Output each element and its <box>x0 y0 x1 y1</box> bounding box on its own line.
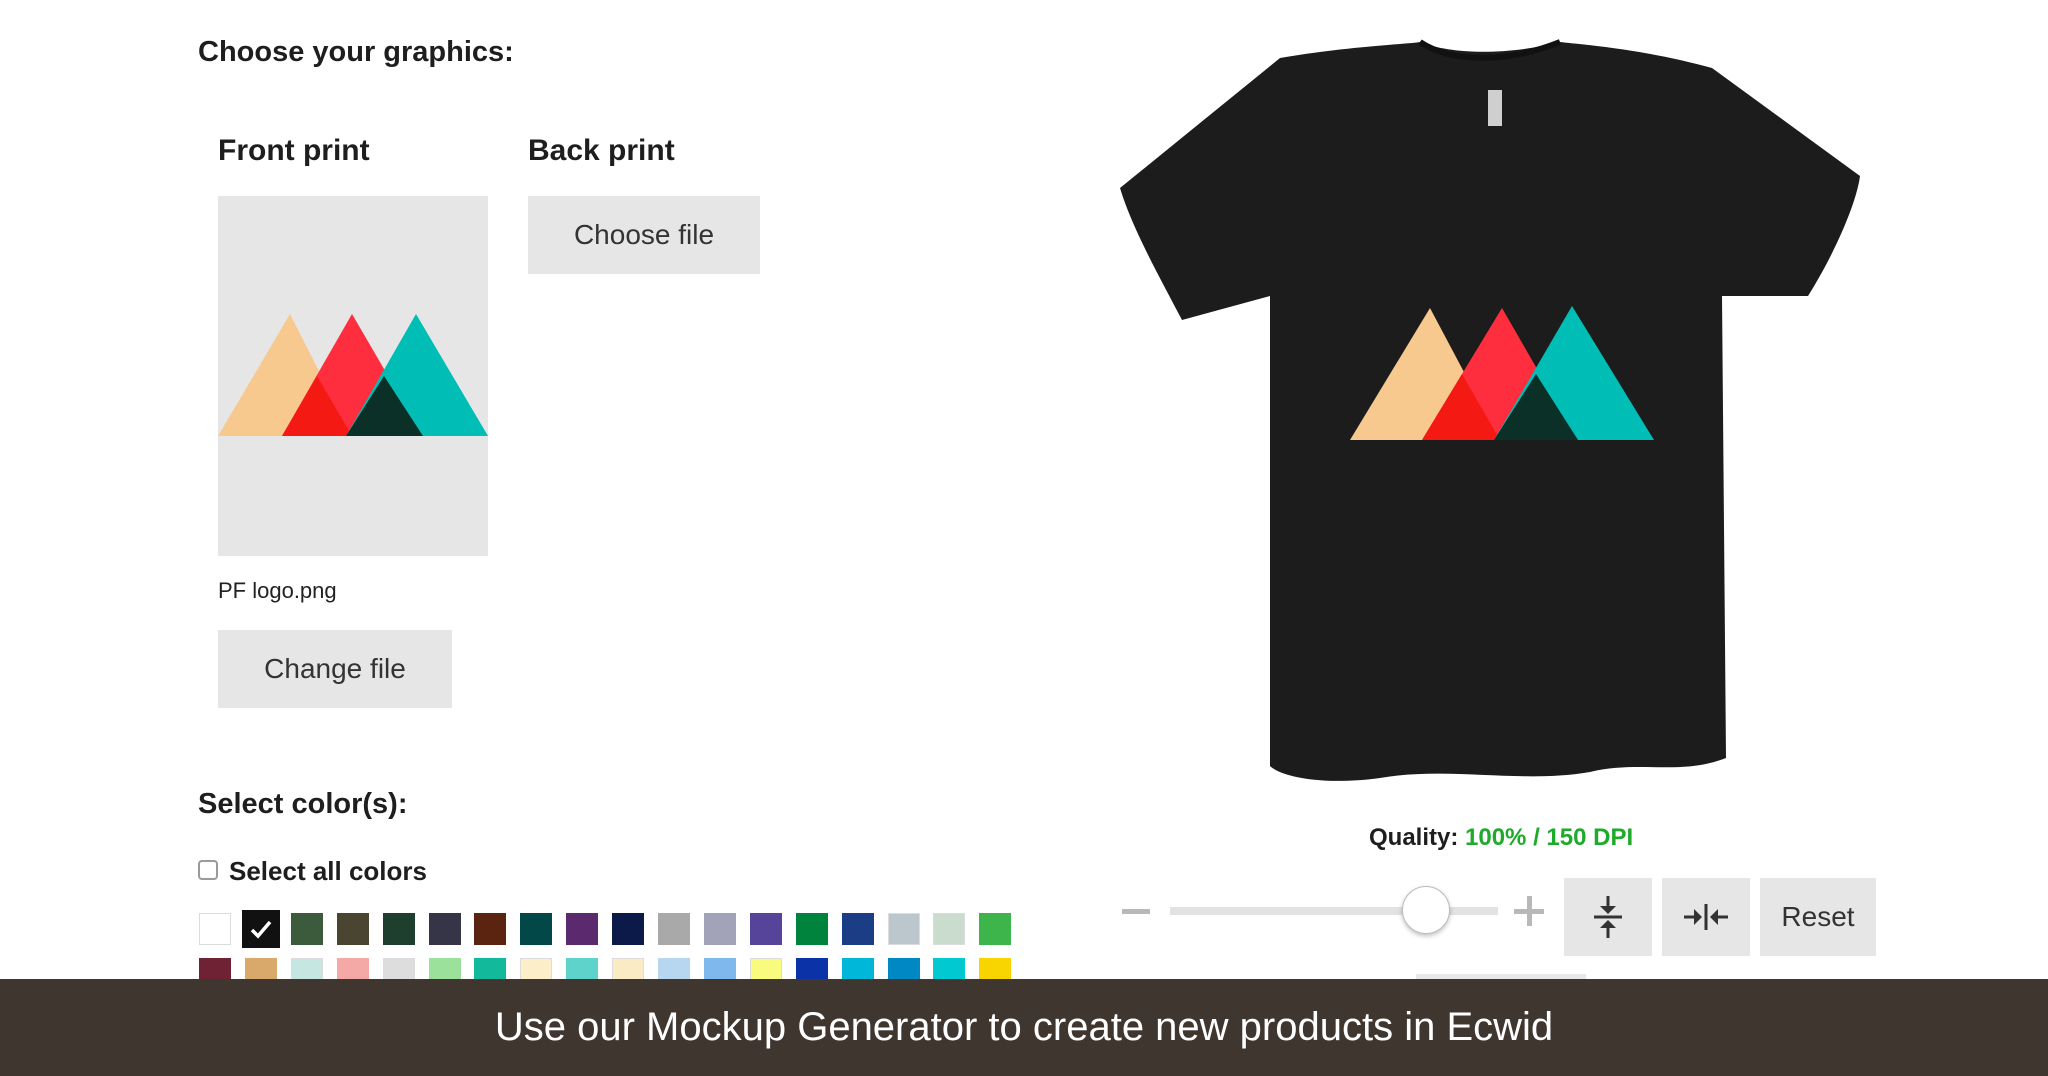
choose-file-button[interactable]: Choose file <box>528 196 760 274</box>
quality-value: 100% / 150 DPI <box>1465 824 1634 851</box>
minus-icon[interactable] <box>1122 909 1150 914</box>
banner-text: Use our Mockup Generator to create new p… <box>494 1005 1554 1049</box>
tshirt-mockup <box>1120 39 1860 781</box>
quality-indicator: Quality: 100% / 150 DPI <box>1369 824 1633 852</box>
color-swatch[interactable] <box>888 913 920 945</box>
color-swatch[interactable] <box>612 913 644 945</box>
color-swatch[interactable] <box>337 913 369 945</box>
color-swatch[interactable] <box>750 913 782 945</box>
color-swatch[interactable] <box>796 913 828 945</box>
front-logo-image <box>218 314 488 436</box>
select-all-label: Select all colors <box>229 856 427 886</box>
tshirt-tag <box>1488 90 1502 126</box>
quality-label: Quality: <box>1369 824 1459 851</box>
color-swatch[interactable] <box>658 913 690 945</box>
align-vertical-center-icon <box>1594 896 1622 938</box>
color-swatch[interactable] <box>199 913 231 945</box>
front-file-name: PF logo.png <box>218 578 337 603</box>
plus-icon[interactable] <box>1514 896 1544 926</box>
color-swatch[interactable] <box>842 913 874 945</box>
front-print-title: Front print <box>218 134 370 167</box>
select-all-checkbox[interactable] <box>198 860 218 880</box>
align-vertical-center-button[interactable] <box>1564 878 1652 956</box>
color-swatch[interactable] <box>566 913 598 945</box>
promo-banner: Use our Mockup Generator to create new p… <box>0 979 2048 1076</box>
color-swatch[interactable] <box>383 913 415 945</box>
color-swatch[interactable] <box>933 913 965 945</box>
scale-slider-thumb[interactable] <box>1402 886 1450 934</box>
reset-button[interactable]: Reset <box>1760 878 1876 956</box>
color-swatch[interactable] <box>429 913 461 945</box>
align-horizontal-center-button[interactable] <box>1662 878 1750 956</box>
graphics-heading: Choose your graphics: <box>198 36 514 68</box>
color-swatch[interactable] <box>474 913 506 945</box>
back-print-title: Back print <box>528 134 675 167</box>
color-swatch[interactable] <box>242 910 280 948</box>
color-swatch[interactable] <box>291 913 323 945</box>
front-print-preview[interactable] <box>218 196 488 556</box>
color-swatch[interactable] <box>979 913 1011 945</box>
align-horizontal-center-icon <box>1684 904 1728 930</box>
change-file-button[interactable]: Change file <box>218 630 452 708</box>
colors-heading: Select color(s): <box>198 788 408 820</box>
check-icon <box>250 920 272 939</box>
color-swatch[interactable] <box>520 913 552 945</box>
color-swatch[interactable] <box>704 913 736 945</box>
